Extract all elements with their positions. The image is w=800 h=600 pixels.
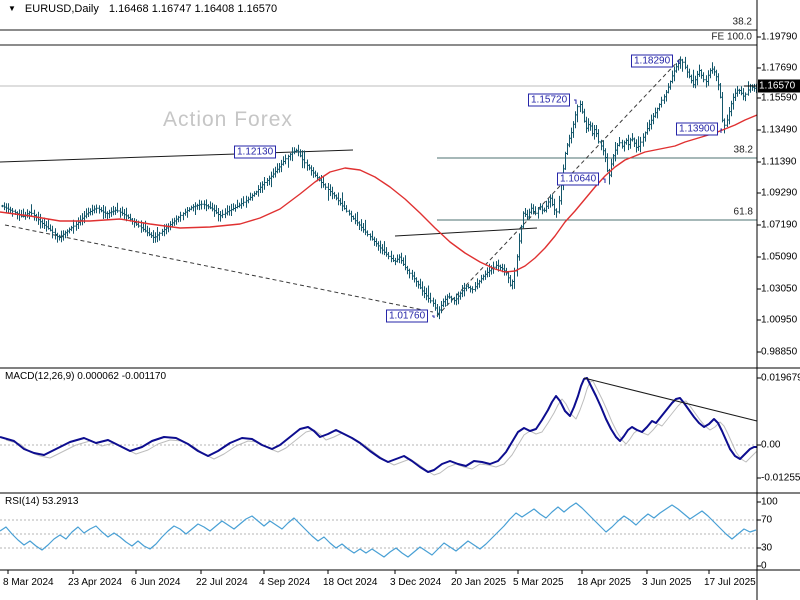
symbol-dropdown-icon[interactable]: ▼: [8, 4, 16, 13]
date-label: 20 Jan 2025: [451, 577, 507, 588]
rsi-axis-label: 0: [761, 560, 767, 572]
price-annotation[interactable]: 1.10640: [557, 172, 600, 186]
rsi-axis-label: 30: [761, 542, 773, 554]
macd-axis-label: 0.019679: [761, 372, 800, 384]
right-axis-label: 1.13490: [761, 124, 798, 136]
chart-window: Action Forex ▼ EURUSD,Daily 1.16468 1.1674…: [0, 0, 800, 600]
right-axis-label: 1.03050: [761, 283, 798, 295]
right-axis-label: 0.98850: [761, 346, 798, 358]
date-label: 5 Mar 2025: [513, 577, 564, 588]
ohlc-values: 1.16468 1.16747 1.16408 1.16570: [108, 3, 278, 15]
date-label: 3 Jun 2025: [642, 577, 692, 588]
date-label: 6 Jun 2024: [131, 577, 181, 588]
right-axis-label: 1.17690: [761, 62, 798, 74]
fib-level-label: 38.2: [732, 16, 752, 28]
main-chart-panel[interactable]: [0, 18, 757, 368]
date-label: 4 Sep 2024: [259, 577, 311, 588]
date-label: 18 Oct 2024: [323, 577, 378, 588]
price-annotation[interactable]: 1.12130: [234, 145, 277, 159]
macd-indicator-label: MACD(12,26,9) 0.000062 -0.001170: [5, 371, 167, 382]
current-price-tag: 1.16570: [758, 79, 800, 93]
rsi-axis-label: 70: [761, 514, 773, 526]
right-axis-label: 1.15590: [761, 92, 798, 104]
rsi-axis-label: 100: [761, 496, 778, 508]
fib-level-label: FE 100.0: [711, 31, 752, 43]
date-label: 18 Apr 2025: [577, 577, 631, 588]
symbol-label: EURUSD,Daily: [24, 3, 99, 15]
price-annotation[interactable]: 1.01760: [386, 309, 429, 323]
price-annotation[interactable]: 1.13900: [676, 122, 719, 136]
date-label: 23 Apr 2024: [68, 577, 122, 588]
price-annotation[interactable]: 1.18290: [631, 54, 674, 68]
date-label: 8 Mar 2024: [3, 577, 54, 588]
right-axis-label: 1.05090: [761, 251, 798, 263]
date-label: 22 Jul 2024: [196, 577, 248, 588]
right-axis-label: 1.00950: [761, 314, 798, 326]
fib-level-label: 38.2: [733, 144, 753, 156]
date-label: 3 Dec 2024: [390, 577, 442, 588]
right-axis-label: 1.19790: [761, 31, 798, 43]
macd-panel[interactable]: [0, 369, 757, 492]
rsi-panel[interactable]: [0, 494, 757, 569]
macd-axis-label: 0.00: [761, 439, 781, 451]
price-annotation[interactable]: 1.15720: [528, 93, 571, 107]
date-label: 17 Jul 2025: [704, 577, 756, 588]
right-axis-label: 1.09290: [761, 187, 798, 199]
rsi-indicator-label: RSI(14) 53.2913: [5, 496, 79, 507]
macd-axis-label: -0.012552: [761, 472, 800, 484]
chart-title: ▼ EURUSD,Daily 1.16468 1.16747 1.16408 1.1…: [8, 3, 277, 15]
right-axis-label: 1.11390: [761, 156, 797, 168]
fib-level-label: 61.8: [733, 206, 753, 218]
right-axis-label: 1.07190: [761, 219, 798, 231]
